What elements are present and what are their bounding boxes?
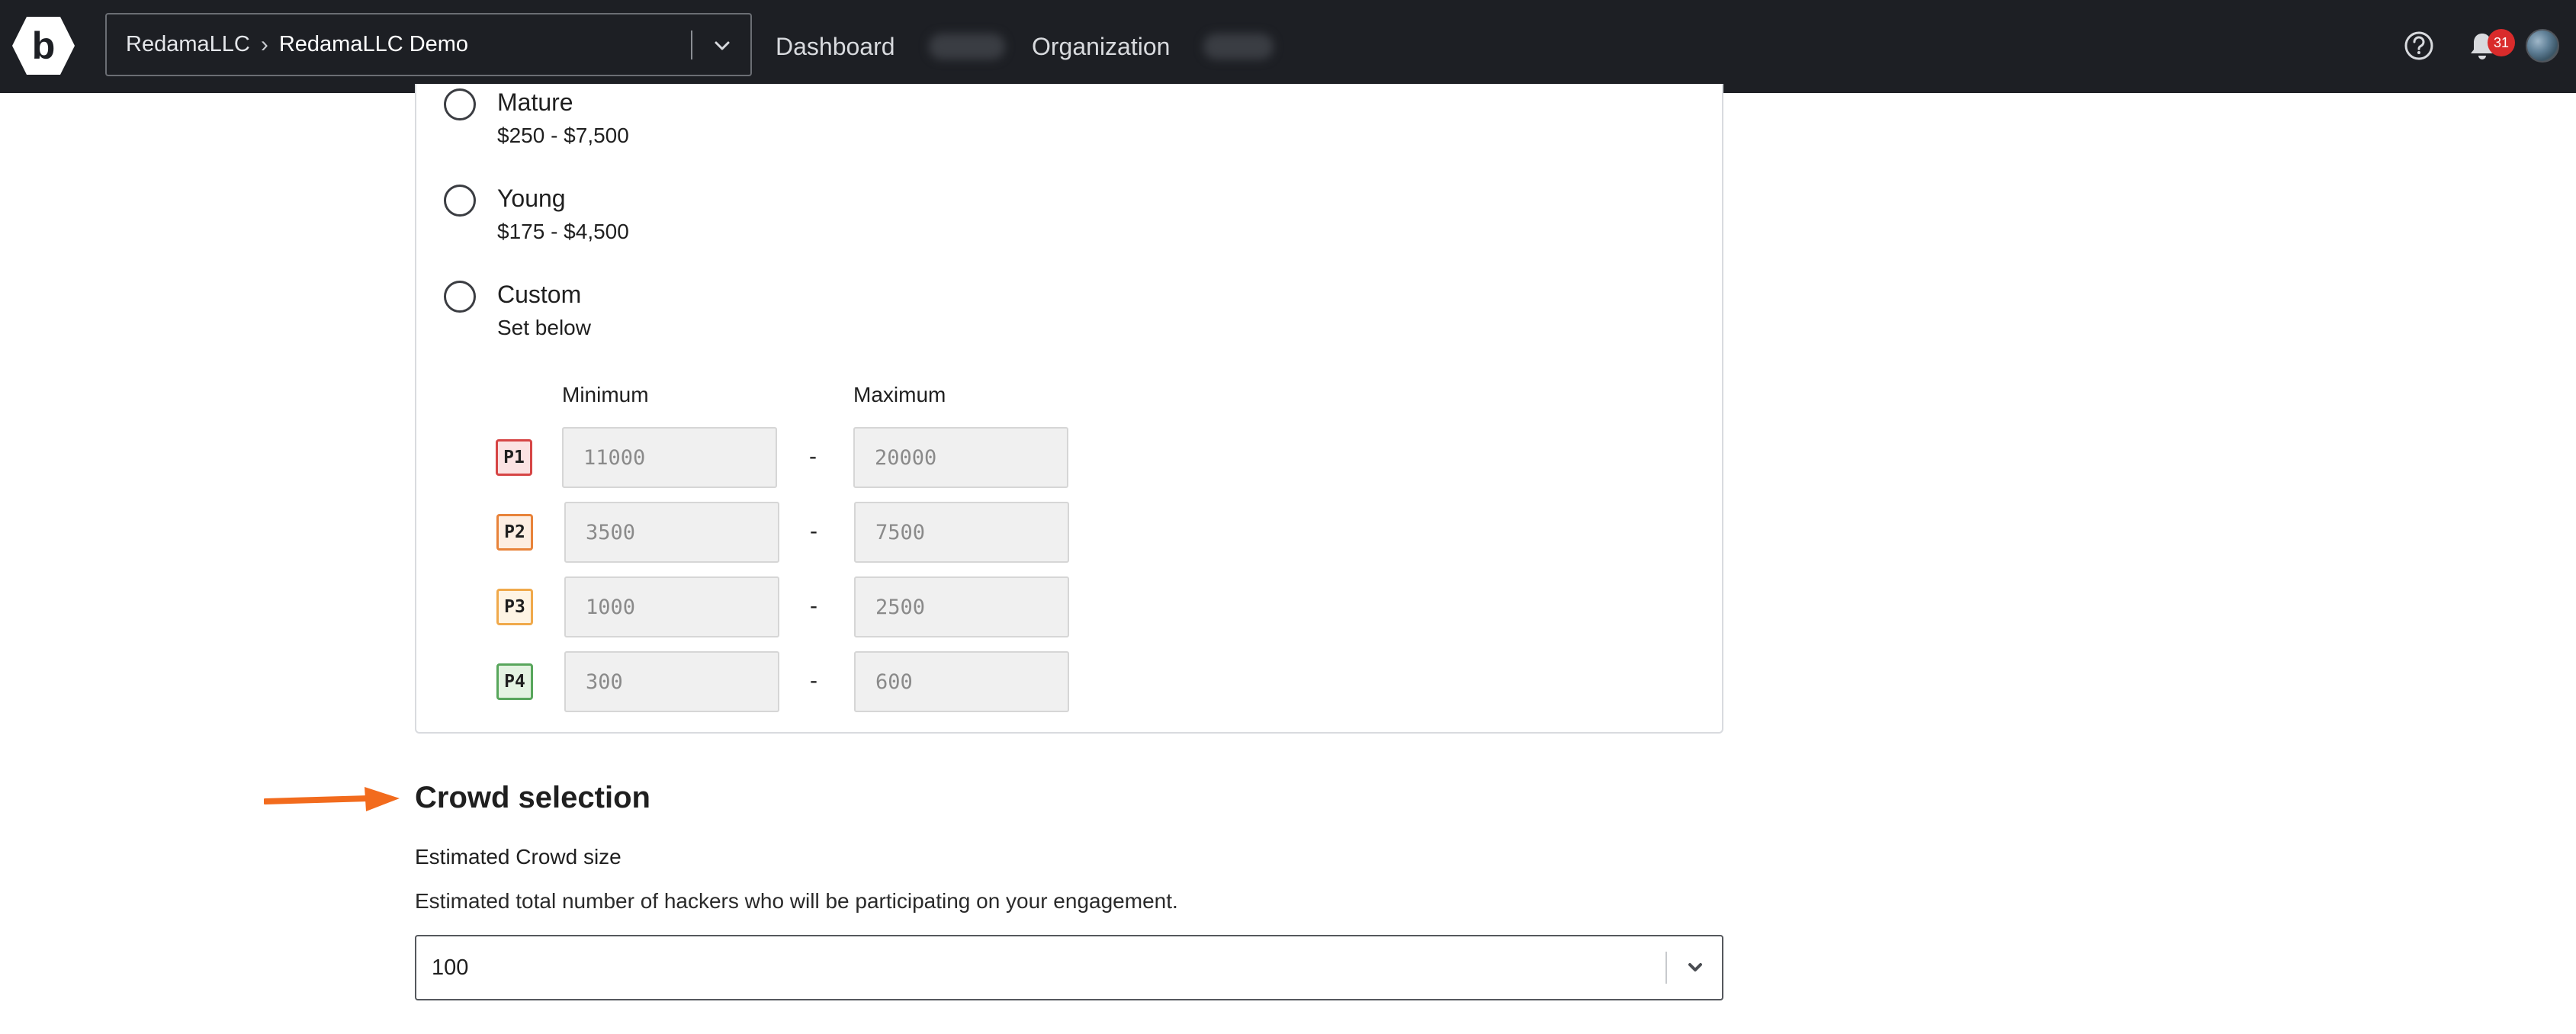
reward-option-title: Custom	[497, 281, 582, 308]
chevron-down-icon[interactable]	[709, 33, 735, 59]
selector-divider	[691, 31, 692, 59]
reward-option-range: $250 - $7,500	[497, 124, 629, 147]
org-parent-label: RedamaLLC	[126, 32, 250, 56]
priority-badge-p2: P2	[496, 514, 533, 551]
range-separator: -	[810, 593, 817, 618]
radio-button[interactable]	[444, 88, 476, 120]
p1-maximum-input[interactable]: 20000	[853, 427, 1068, 488]
select-divider	[1665, 952, 1667, 984]
user-avatar[interactable]	[2526, 29, 2559, 63]
minimum-column-header: Minimum	[562, 383, 649, 406]
crowd-size-help-text: Estimated total number of hackers who wi…	[415, 889, 1178, 913]
range-separator: -	[810, 519, 817, 544]
priority-badge-p3: P3	[496, 589, 533, 625]
radio-button[interactable]	[444, 281, 476, 313]
chevron-down-icon[interactable]	[1682, 955, 1708, 981]
priority-badge-p1: P1	[496, 439, 532, 476]
p2-minimum-input[interactable]: 3500	[564, 502, 779, 563]
maximum-column-header: Maximum	[853, 383, 946, 406]
p4-maximum-input[interactable]: 600	[854, 651, 1069, 712]
bugcrowd-logo-icon[interactable]: b	[11, 15, 76, 76]
reward-option-range: Set below	[497, 316, 591, 339]
organization-breadcrumb: RedamaLLC › RedamaLLC Demo	[126, 14, 468, 75]
breadcrumb-chevron-icon: ›	[260, 31, 268, 57]
org-current-label: RedamaLLC Demo	[278, 32, 469, 56]
annotation-arrow-icon	[264, 787, 400, 811]
nav-link-redacted[interactable]	[1203, 34, 1274, 59]
reward-option-range: $175 - $4,500	[497, 220, 629, 243]
top-navigation-bar: b RedamaLLC › RedamaLLC Demo Dashboard O…	[0, 0, 2576, 93]
crowd-size-label: Estimated Crowd size	[415, 845, 622, 869]
p3-maximum-input[interactable]: 2500	[854, 576, 1069, 637]
crowd-size-select[interactable]: 100	[415, 935, 1723, 1000]
nav-link-redacted[interactable]	[929, 34, 1005, 59]
nav-link-dashboard[interactable]: Dashboard	[776, 0, 895, 93]
reward-option-title: Mature	[497, 88, 573, 116]
organization-selector[interactable]: RedamaLLC › RedamaLLC Demo	[105, 13, 752, 76]
crowd-size-value: 100	[432, 955, 469, 980]
range-separator: -	[809, 444, 817, 469]
priority-badge-p4: P4	[496, 663, 533, 700]
radio-button[interactable]	[444, 185, 476, 217]
svg-text:b: b	[32, 24, 56, 67]
reward-option-title: Young	[497, 185, 566, 212]
p1-minimum-input[interactable]: 11000	[562, 427, 777, 488]
nav-link-organization[interactable]: Organization	[1032, 0, 1170, 93]
notification-count-badge: 31	[2488, 29, 2515, 56]
help-icon[interactable]	[2402, 29, 2436, 63]
p2-maximum-input[interactable]: 7500	[854, 502, 1069, 563]
p4-minimum-input[interactable]: 300	[564, 651, 779, 712]
p3-minimum-input[interactable]: 1000	[564, 576, 779, 637]
crowd-selection-heading: Crowd selection	[415, 781, 650, 814]
range-separator: -	[810, 668, 817, 693]
